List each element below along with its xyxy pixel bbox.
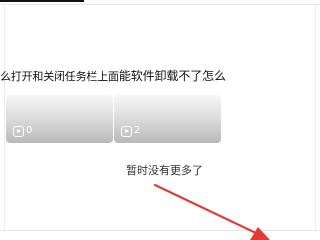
play-count: 0 bbox=[26, 125, 33, 136]
frame-right-line bbox=[315, 4, 316, 230]
frame-left-line bbox=[4, 4, 5, 230]
play-icon bbox=[121, 126, 132, 137]
video-card[interactable]: 2 bbox=[114, 95, 221, 143]
video-title[interactable]: 么打开和关闭任务栏上面能软件卸载不了怎么 bbox=[0, 68, 232, 85]
video-title-part-b: 能软件卸载不了怎么 bbox=[118, 69, 226, 83]
play-icon bbox=[13, 126, 24, 137]
video-title-part-a: 么打开和关闭任务栏上面 bbox=[0, 70, 119, 83]
video-card[interactable]: 0 bbox=[6, 95, 113, 143]
annotation-arrow-shaft bbox=[153, 183, 260, 236]
frame-top-line bbox=[0, 4, 320, 5]
no-more-content-text: 暂时没有更多了 bbox=[126, 164, 203, 177]
play-count: 2 bbox=[134, 125, 141, 136]
frame-bottom-line bbox=[0, 230, 320, 231]
top-divider bbox=[0, 0, 84, 2]
annotation-arrow-head bbox=[250, 227, 270, 240]
